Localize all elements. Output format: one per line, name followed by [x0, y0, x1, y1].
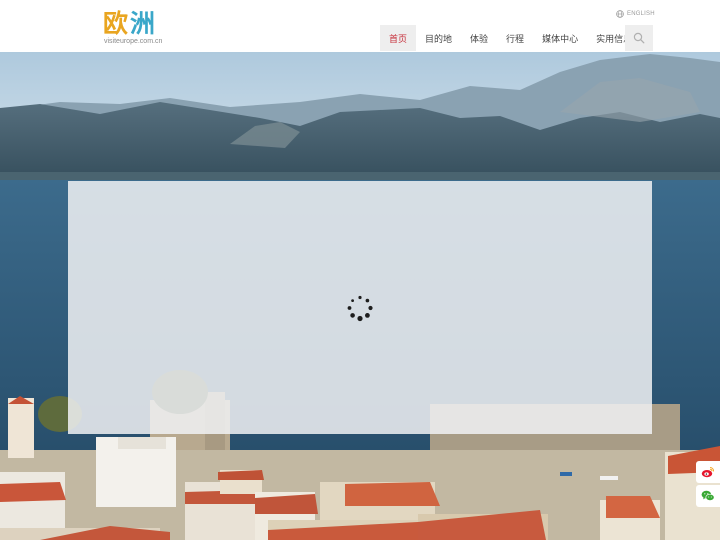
loading-spinner-icon	[347, 295, 373, 322]
site-header: 欧洲 visiteurope.com.cn ENGLISH 首页 目的地 体验 …	[0, 0, 720, 52]
weibo-icon	[701, 466, 715, 478]
logo-title: 欧洲	[103, 9, 157, 39]
site-logo[interactable]: 欧洲 visiteurope.com.cn	[103, 9, 163, 49]
globe-icon	[616, 10, 624, 18]
logo-subtitle: visiteurope.com.cn	[104, 38, 163, 45]
logo-char-2: 洲	[130, 9, 158, 38]
hero-loading-overlay	[68, 181, 652, 434]
weibo-share-button[interactable]	[696, 461, 720, 483]
wechat-share-button[interactable]	[696, 485, 720, 507]
wechat-icon	[701, 490, 715, 501]
main-nav: 首页 目的地 体验 行程 媒体中心 实用信息	[380, 25, 641, 51]
nav-item-destinations[interactable]: 目的地	[416, 25, 461, 51]
logo-char-1: 欧	[103, 9, 131, 38]
search-button[interactable]	[625, 25, 653, 51]
search-icon	[633, 32, 645, 44]
language-switch-link[interactable]: ENGLISH	[616, 9, 655, 19]
nav-item-experiences[interactable]: 体验	[461, 25, 497, 51]
nav-item-media-center[interactable]: 媒体中心	[533, 25, 587, 51]
language-switch-label: ENGLISH	[627, 11, 655, 17]
nav-item-home[interactable]: 首页	[380, 25, 417, 51]
nav-item-itineraries[interactable]: 行程	[497, 25, 533, 51]
hero-banner	[0, 52, 720, 540]
